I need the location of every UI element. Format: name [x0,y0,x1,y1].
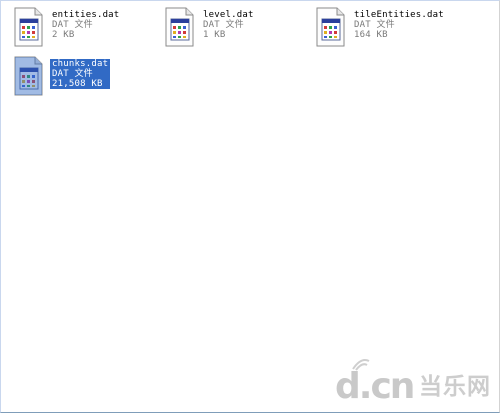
file-name: level.dat [203,10,254,20]
dat-file-icon [14,7,43,47]
watermark-text: 当乐网 [419,374,491,400]
file-details: level.dat DAT 文件 1 KB [203,10,254,40]
file-name: entities.dat [52,10,120,20]
site-watermark: d.cn 当乐网 [333,351,493,411]
file-size: 164 KB [354,30,388,40]
watermark-logo: d.cn [335,366,415,407]
file-details: chunks.dat DAT 文件 21,508 KB [50,59,111,89]
file-details: entities.dat DAT 文件 2 KB [52,10,119,40]
explorer-file-view: entities.dat DAT 文件 2 KB level.dat DAT 文… [0,0,500,413]
file-name: tileEntities.dat [354,10,444,20]
file-type: DAT 文件 [52,20,93,30]
dat-file-icon [14,56,43,96]
file-type: DAT 文件 [52,69,93,79]
file-details: tileEntities.dat DAT 文件 164 KB [354,10,444,40]
file-size: 21,508 KB [52,79,103,89]
dat-file-icon [165,7,194,47]
file-size: 2 KB [52,30,75,40]
dat-file-icon [316,7,345,47]
file-type: DAT 文件 [354,20,395,30]
file-type: DAT 文件 [203,20,244,30]
file-size: 1 KB [203,30,226,40]
file-name: chunks.dat [52,59,109,69]
